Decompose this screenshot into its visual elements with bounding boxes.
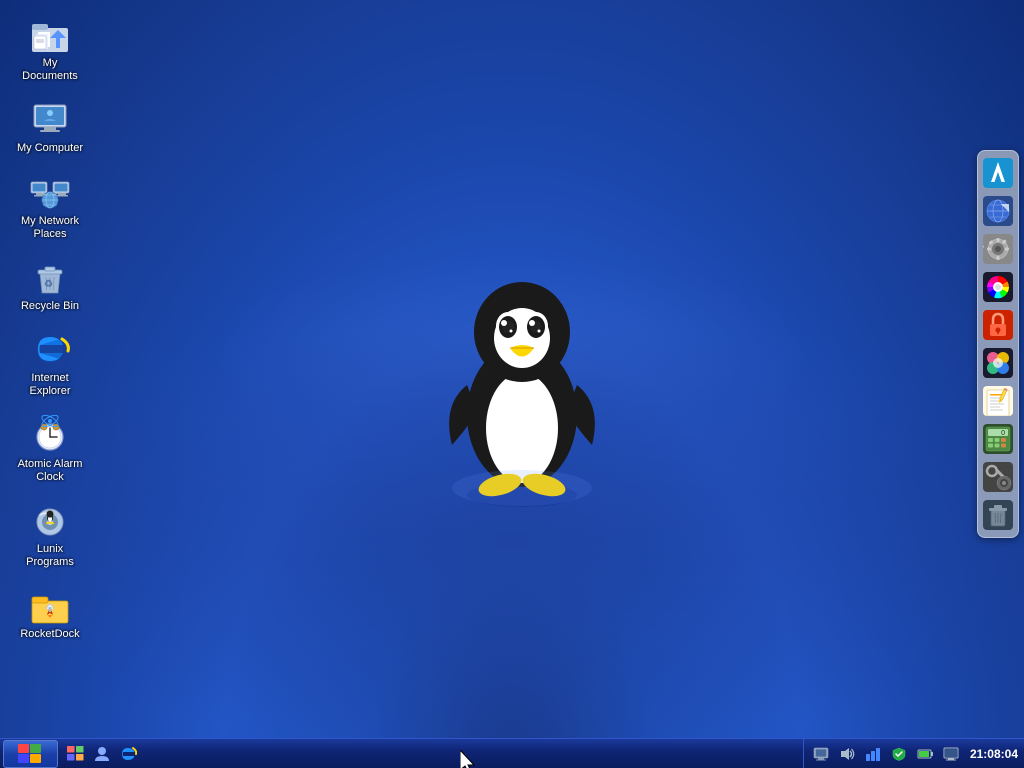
dock-item-network[interactable] bbox=[980, 193, 1016, 229]
tray-icon-monitor[interactable] bbox=[810, 743, 832, 765]
desktop: My Documents My Computer bbox=[0, 0, 1024, 768]
dock-item-art-tool[interactable] bbox=[980, 345, 1016, 381]
start-button[interactable] bbox=[3, 740, 58, 768]
dock-item-utilities[interactable] bbox=[980, 459, 1016, 495]
my-network-places-label: My Network Places bbox=[14, 215, 86, 241]
desktop-icon-my-documents[interactable]: My Documents bbox=[10, 10, 90, 87]
taskbar-icon-windows[interactable] bbox=[65, 743, 87, 765]
system-clock[interactable]: 21:08:04 bbox=[970, 747, 1018, 761]
tray-icon-display[interactable] bbox=[940, 743, 962, 765]
lunix-programs-icon bbox=[30, 500, 70, 540]
svg-text:0: 0 bbox=[1001, 430, 1005, 437]
internet-explorer-label: Internet Explorer bbox=[14, 372, 86, 398]
dock-item-notepad[interactable] bbox=[980, 383, 1016, 419]
lunix-programs-label: Lunix Programs bbox=[14, 543, 86, 569]
recycle-bin-icon: ♻ bbox=[30, 257, 70, 297]
tray-icon-volume[interactable] bbox=[836, 743, 858, 765]
desktop-icon-my-network-places[interactable]: My Network Places bbox=[10, 168, 90, 245]
my-computer-icon bbox=[30, 99, 70, 139]
taskbar-icon-ie[interactable] bbox=[117, 743, 139, 765]
tray-icon-shield[interactable] bbox=[888, 743, 910, 765]
desktop-icon-recycle-bin[interactable]: ♻ Recycle Bin bbox=[10, 253, 90, 317]
dock-item-system-prefs[interactable] bbox=[980, 231, 1016, 267]
tray-icon-battery[interactable] bbox=[914, 743, 936, 765]
recycle-bin-label: Recycle Bin bbox=[21, 300, 79, 313]
desktop-icon-atomic-alarm-clock[interactable]: Atomic Alarm Clock bbox=[10, 411, 90, 488]
my-network-places-icon bbox=[30, 172, 70, 212]
tray-icon-network2[interactable] bbox=[862, 743, 884, 765]
dock-item-trash[interactable] bbox=[980, 497, 1016, 533]
dock-item-security[interactable] bbox=[980, 307, 1016, 343]
desktop-icons-container: My Documents My Computer bbox=[10, 10, 90, 645]
desktop-icon-my-computer[interactable]: My Computer bbox=[10, 95, 90, 159]
desktop-icon-internet-explorer[interactable]: Internet Explorer bbox=[10, 325, 90, 402]
taskbar-icon-user[interactable] bbox=[91, 743, 113, 765]
dock-item-arch[interactable] bbox=[980, 155, 1016, 191]
my-documents-label: My Documents bbox=[14, 57, 86, 83]
tux-penguin bbox=[432, 230, 612, 515]
internet-explorer-icon bbox=[30, 329, 70, 369]
atomic-alarm-clock-icon bbox=[30, 415, 70, 455]
dock-item-calculator[interactable]: 0 bbox=[980, 421, 1016, 457]
taskbar-quick-launch bbox=[65, 743, 139, 765]
taskbar: 21:08:04 bbox=[0, 738, 1024, 768]
my-documents-icon bbox=[30, 14, 70, 54]
dock-item-color-picker[interactable] bbox=[980, 269, 1016, 305]
atomic-alarm-clock-label: Atomic Alarm Clock bbox=[14, 458, 86, 484]
rocketdock-icon bbox=[30, 585, 70, 625]
sidebar-dock: 0 bbox=[977, 150, 1019, 538]
system-tray: 21:08:04 bbox=[803, 739, 1024, 768]
rocketdock-label: RocketDock bbox=[20, 628, 79, 641]
desktop-icon-rocketdock[interactable]: RocketDock bbox=[10, 581, 90, 645]
svg-text:♻: ♻ bbox=[44, 279, 53, 290]
desktop-icon-lunix-programs[interactable]: Lunix Programs bbox=[10, 496, 90, 573]
my-computer-label: My Computer bbox=[17, 142, 83, 155]
